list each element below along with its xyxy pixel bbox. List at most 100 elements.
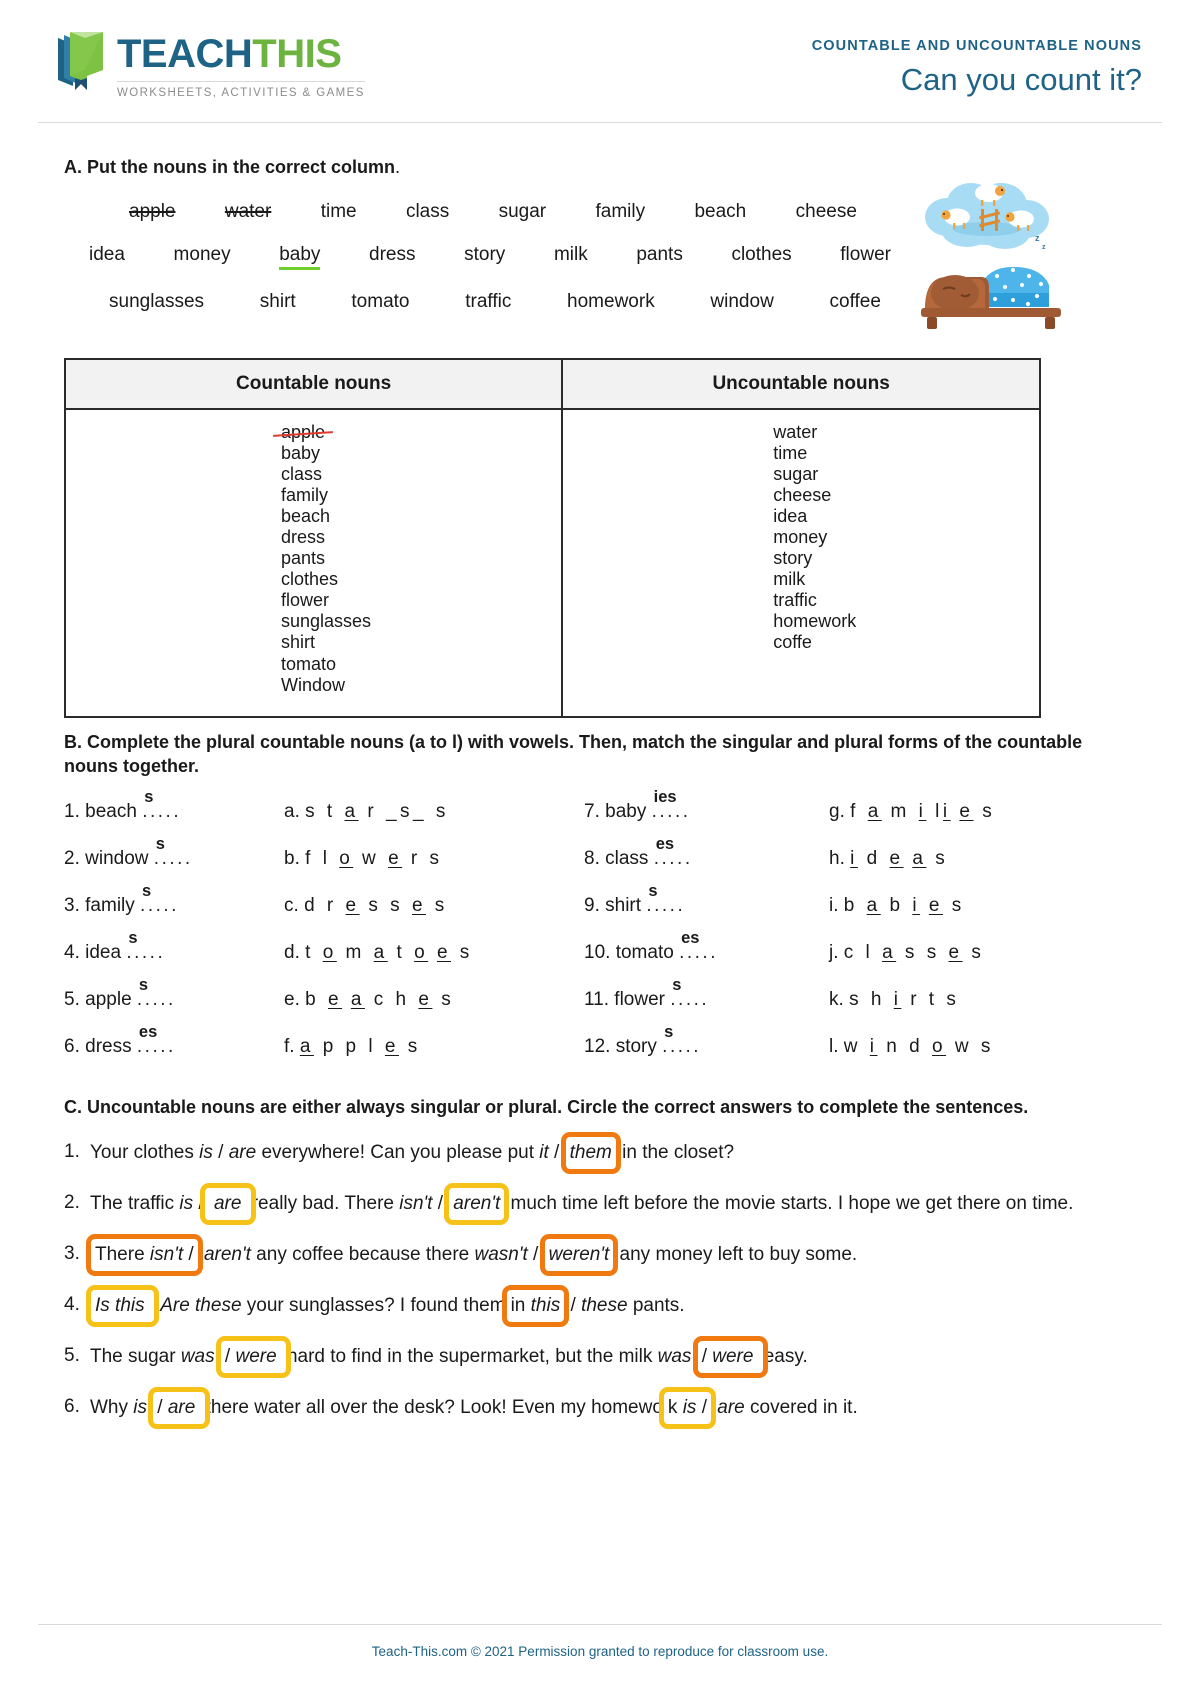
logo-wordmark: TEACHTHIS	[117, 34, 365, 74]
word-bank-item[interactable]: story	[464, 244, 505, 270]
table-header-uncountable: Uncountable nouns	[561, 358, 1041, 410]
word-bank-item[interactable]: window	[710, 291, 773, 313]
circled-answer[interactable]: in this	[501, 1285, 569, 1328]
b-lettered-item[interactable]: f. a p p l e s	[284, 1036, 584, 1058]
b-answer-blank[interactable]: s.....	[670, 976, 722, 1011]
word-bank-item[interactable]: class	[406, 201, 449, 223]
word-bank-item[interactable]: sunglasses	[109, 291, 204, 313]
countable-uncountable-table: Countable nouns Uncountable nouns apple …	[63, 358, 1041, 718]
c-sentence-text: Is this Are these your sunglasses? I fou…	[86, 1285, 1136, 1328]
b-lettered-item[interactable]: d. t o m a t o e s	[284, 942, 584, 964]
b-letters: b e a c h e s	[305, 988, 455, 1010]
word-bank-item[interactable]: money	[174, 244, 231, 270]
word-bank-item[interactable]: idea	[89, 244, 125, 270]
b-lettered-item[interactable]: e. b e a c h e s	[284, 989, 584, 1011]
word-bank-item[interactable]: homework	[567, 291, 655, 313]
word-bank-item[interactable]: clothes	[731, 244, 791, 270]
b-numbered-item[interactable]: 1. beach s.....	[64, 788, 284, 823]
b-letters: t o m a t o e s	[305, 941, 473, 963]
b-numbered-item[interactable]: 10. tomato es.....	[584, 929, 829, 964]
word-bank-item[interactable]: apple	[129, 201, 176, 223]
b-answer-blank[interactable]: es.....	[679, 929, 731, 964]
word-bank-item[interactable]: beach	[694, 201, 746, 223]
b-answer-blank[interactable]: es.....	[137, 1023, 189, 1058]
b-numbered-item[interactable]: 6. dress es.....	[64, 1023, 284, 1058]
word-bank-item[interactable]: water	[225, 201, 271, 223]
list-item: clothes	[281, 569, 339, 590]
b-lettered-item[interactable]: k. s h i r t s	[829, 989, 1129, 1011]
word-bank-item[interactable]: baby	[279, 244, 321, 271]
circled-answer[interactable]: / are	[148, 1387, 210, 1430]
b-answer-blank[interactable]: s.....	[154, 835, 206, 870]
circled-answer[interactable]: / were	[215, 1336, 291, 1379]
word-bank-item[interactable]: traffic	[465, 291, 511, 313]
b-numbered-item[interactable]: 12. story s.....	[584, 1023, 829, 1058]
b-numbered-item[interactable]: 2. window s.....	[64, 835, 284, 870]
b-numbered-item[interactable]: 11. flower s.....	[584, 976, 829, 1011]
word-bank-item[interactable]: shirt	[260, 291, 296, 313]
b-answer-blank[interactable]: s.....	[646, 882, 698, 917]
b-numbered-item[interactable]: 9. shirt s.....	[584, 882, 829, 917]
b-lettered-item[interactable]: b. f l o w e r s	[284, 848, 584, 870]
word-bank-item[interactable]: time	[321, 201, 357, 223]
b-numbered-item[interactable]: 7. baby ies.....	[584, 788, 829, 823]
c-item-number: 2.	[64, 1192, 80, 1214]
b-letters: b a b i e s	[843, 894, 965, 916]
circled-answer[interactable]: Is this	[86, 1285, 159, 1328]
open-book-logo-icon	[58, 32, 103, 90]
list-item: sugar	[773, 464, 819, 485]
list-item: tomato	[281, 653, 337, 674]
word-bank-item[interactable]: milk	[554, 244, 588, 270]
circled-answer[interactable]: / were	[692, 1336, 768, 1379]
word-bank-item[interactable]: family	[596, 201, 646, 223]
countable-cell[interactable]: apple baby class family beach dress pant…	[63, 408, 564, 718]
list-item: flower	[281, 590, 330, 611]
b-answer-blank[interactable]: s.....	[662, 1023, 714, 1058]
b-answer-blank[interactable]: s.....	[126, 929, 178, 964]
b-answer-blank[interactable]: s.....	[140, 882, 192, 917]
logo-word-teach: TEACH	[117, 32, 253, 76]
circled-answer[interactable]: k is /	[658, 1387, 717, 1430]
section-a-heading: A. Put the nouns in the correct column.	[64, 155, 1136, 179]
c-sentence-text: The sugar was / were hard to find in the…	[90, 1336, 1136, 1379]
b-lettered-item[interactable]: l. w i n d o w s	[829, 1036, 1129, 1058]
circled-answer[interactable]: them	[560, 1132, 622, 1175]
b-handwritten-answer: s	[128, 928, 138, 947]
b-item-word: story	[615, 1035, 657, 1057]
b-lettered-item[interactable]: j. c l a s s e s	[829, 942, 1129, 964]
svg-text:z: z	[1042, 244, 1046, 251]
circled-answer[interactable]: aren't	[444, 1183, 510, 1226]
b-handwritten-answer: s	[142, 881, 152, 900]
word-bank-item[interactable]: tomato	[351, 291, 409, 313]
word-bank-item[interactable]: coffee	[830, 291, 881, 313]
circled-answer[interactable]: weren't	[539, 1234, 618, 1277]
word-bank-item[interactable]: dress	[369, 244, 415, 270]
b-letter-label: d.	[284, 941, 300, 963]
section-b-heading: B. Complete the plural countable nouns (…	[64, 732, 1083, 777]
b-answer-blank[interactable]: es.....	[654, 835, 706, 870]
list-item: homework	[773, 611, 857, 632]
b-numbered-item[interactable]: 5. apple s.....	[64, 976, 284, 1011]
b-numbered-item[interactable]: 3. family s.....	[64, 882, 284, 917]
b-item-number: 5.	[64, 988, 80, 1010]
b-lettered-item[interactable]: g. f a m i li e s	[829, 801, 1129, 823]
b-numbered-item[interactable]: 8. class es.....	[584, 835, 829, 870]
b-answer-blank[interactable]: s.....	[137, 976, 189, 1011]
circled-answer[interactable]: are	[199, 1183, 256, 1226]
b-answer-blank[interactable]: ies.....	[652, 788, 704, 823]
b-lettered-item[interactable]: h. i d e a s	[829, 848, 1129, 870]
b-lettered-item[interactable]: c. d r e s s e s	[284, 895, 584, 917]
b-numbered-item[interactable]: 4. idea s.....	[64, 929, 284, 964]
word-bank-item[interactable]: flower	[840, 244, 891, 270]
word-bank-item[interactable]: cheese	[796, 201, 857, 223]
word-bank-item[interactable]: sugar	[499, 201, 547, 223]
b-letters: s t a r _s_ s	[305, 800, 449, 822]
b-answer-blank[interactable]: s.....	[142, 788, 194, 823]
uncountable-cell[interactable]: water time sugar cheese idea money story…	[561, 408, 1041, 718]
word-bank-row: idea money baby dress story milk pants c…	[64, 244, 899, 271]
b-lettered-item[interactable]: i. b a b i e s	[829, 895, 1129, 917]
word-bank-item[interactable]: pants	[636, 244, 682, 270]
circled-answer[interactable]: There isn't /	[86, 1234, 203, 1277]
b-lettered-item[interactable]: a. s t a r _s_ s	[284, 801, 584, 823]
b-letter-label: a.	[284, 800, 300, 822]
